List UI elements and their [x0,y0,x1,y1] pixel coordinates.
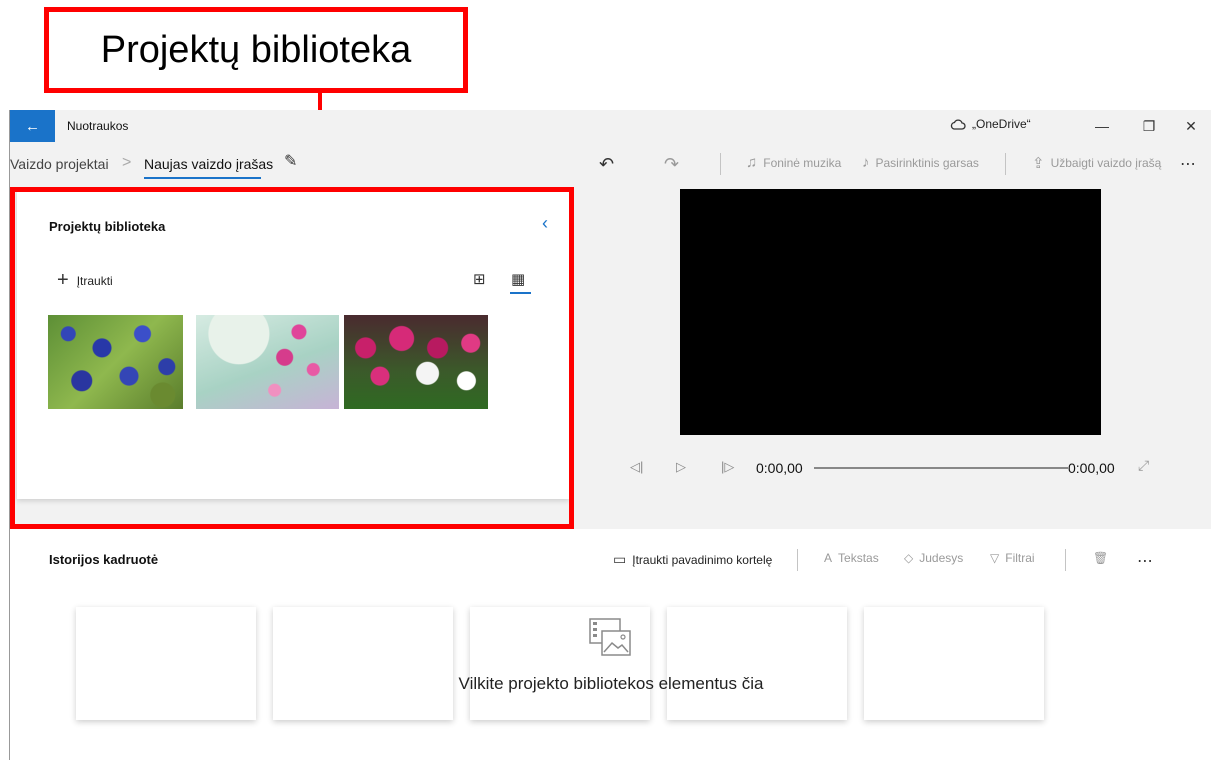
restore-button[interactable]: ❐ [1134,115,1164,137]
toolbar-divider [1005,153,1006,175]
filters-icon: ▽ [990,551,1000,565]
play-icon: ▷ [676,459,686,474]
callout-label: Projektų biblioteka [44,7,468,93]
breadcrumb-video-projects[interactable]: Vaizdo projektai [10,156,109,172]
custom-audio-label: Pasirinktinis garsas [875,155,979,170]
restore-icon: ❐ [1142,117,1156,134]
add-title-card-label: Įtraukti pavadinimo kortelę [632,552,773,567]
storyboard-title: Istorijos kadruotė [49,552,159,567]
breadcrumb-underline [144,177,261,179]
text-icon: A [824,551,833,565]
breadcrumb-current-project[interactable]: Naujas vaizdo įrašas [144,156,273,172]
storyboard-slot[interactable] [76,607,256,720]
undo-icon: ↶ [599,154,615,174]
toolbar-divider [720,153,721,175]
title-card-icon: ▭ [613,551,627,567]
filters-button[interactable]: ▽ Filtrai [990,551,1035,565]
minimize-icon: — [1095,118,1109,134]
close-icon: ✕ [1185,117,1197,134]
play-button[interactable]: ▷ [676,459,686,475]
onedrive-button[interactable]: „OneDrive“ [950,117,1031,131]
breadcrumb-separator-icon: > [122,154,132,171]
redo-button[interactable]: ↷ [664,154,679,175]
previous-frame-icon: ◁| [630,459,644,474]
next-frame-icon: |▷ [721,459,735,474]
filters-label: Filtrai [1005,551,1035,565]
delete-button[interactable]: 🗑 [1093,551,1108,565]
storyboard-slot[interactable] [864,607,1044,720]
custom-audio-button[interactable]: ♪ Pasirinktinis garsas [862,154,979,171]
more-icon: ⋯ [1180,156,1196,173]
title-bar: ← Nuotraukos „OneDrive“ — ❐ ✕ [10,110,1211,142]
back-button[interactable]: ← [10,110,55,142]
more-icon: ⋯ [1137,553,1153,570]
storyboard-slot[interactable] [273,607,453,720]
storyboard-more-button[interactable]: ⋯ [1137,551,1153,571]
motion-label: Judesys [919,551,964,565]
motion-icon: ◇ [904,551,914,565]
library-highlight-frame [10,187,574,529]
drop-hint: Vilkite projekto bibliotekos elementus č… [458,674,764,693]
background-music-label: Foninė muzika [763,155,842,170]
finish-video-label: Užbaigti vaizdo įrašą [1050,156,1162,170]
back-arrow-icon: ← [25,117,40,135]
redo-icon: ↷ [664,154,680,174]
add-title-card-button[interactable]: ▭ Įtraukti pavadinimo kortelę [613,551,772,568]
total-time: 0:00,00 [1068,460,1115,476]
app-title: Nuotraukos [67,119,129,133]
share-icon: ⇪ [1032,155,1045,172]
custom-audio-icon: ♪ [862,154,870,171]
storyboard-panel: Istorijos kadruotė ▭ Įtraukti pavadinimo… [10,529,1211,760]
media-placeholder-icon [589,618,631,656]
music-note-icon: ♫ [746,154,758,171]
video-preview[interactable] [680,189,1101,435]
undo-button[interactable]: ↶ [599,154,614,175]
storyboard-slot[interactable] [667,607,847,720]
previous-frame-button[interactable]: ◁| [630,459,643,475]
background-music-button[interactable]: ♫ Foninė muzika [746,154,841,171]
minimize-button[interactable]: — [1087,115,1117,137]
next-frame-button[interactable]: |▷ [721,459,734,475]
text-button[interactable]: A Tekstas [824,551,879,565]
current-time: 0:00,00 [756,460,803,476]
toolbar-divider [797,549,798,571]
fullscreen-icon[interactable]: ⤢ [1138,457,1149,474]
rename-pencil-icon[interactable]: ✎ [284,151,297,171]
cloud-icon [950,118,966,130]
more-options-button[interactable]: ⋯ [1180,154,1196,174]
seek-bar[interactable] [814,467,1068,469]
onedrive-label: „OneDrive“ [972,117,1031,131]
finish-video-button[interactable]: ⇪ Užbaigti vaizdo įrašą [1032,154,1161,172]
text-label: Tekstas [838,551,879,565]
toolbar-divider [1065,549,1066,571]
motion-button[interactable]: ◇ Judesys [904,551,963,565]
close-button[interactable]: ✕ [1176,115,1206,137]
trash-icon: 🗑 [1093,551,1109,565]
